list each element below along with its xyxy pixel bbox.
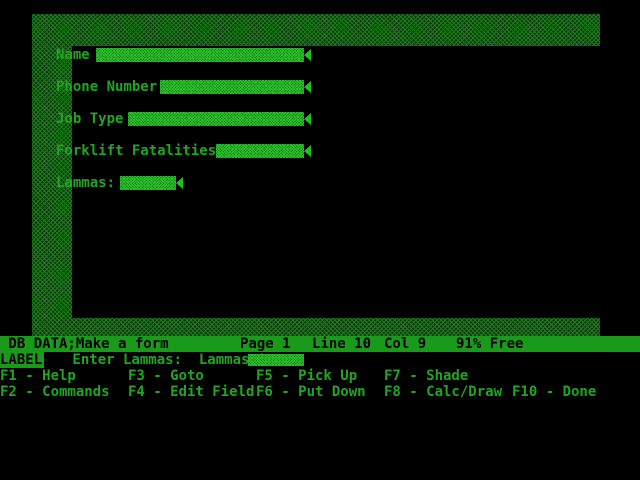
f6-put-down-key[interactable]: F6 - Put Down — [256, 384, 366, 400]
field-job-type-input[interactable] — [128, 112, 304, 126]
status-col: Col 9 — [384, 336, 427, 352]
f10-done-key[interactable]: F10 - Done — [512, 384, 596, 400]
f3-goto-key[interactable]: F3 - Goto — [128, 368, 204, 384]
field-job-type-label: Job Type — [56, 111, 124, 127]
field-lammas-label: Lammas: — [56, 175, 116, 191]
field-end-marker-icon — [304, 81, 311, 93]
f1-help-key[interactable]: F1 - Help — [0, 368, 76, 384]
function-key-row-2: F2 - Commands F4 - Edit Field F6 - Put D… — [0, 384, 640, 400]
field-job-type[interactable]: Job Type — [56, 110, 316, 128]
status-bar: DB DATA;Make a form Page 1 Line 10 Col 9… — [0, 336, 640, 352]
field-forklift-fatalities[interactable]: Forklift Fatalities — [56, 142, 316, 160]
prompt-label: LABEL — [0, 352, 45, 368]
field-phone-number[interactable]: Phone Number — [56, 78, 316, 96]
field-forklift-fatalities-label: Forklift Fatalities — [56, 143, 217, 159]
status-line: Line 10 — [312, 336, 372, 352]
field-forklift-fatalities-input[interactable] — [216, 144, 304, 158]
prompt-text: Enter Lammas: Lammas=' — [64, 352, 267, 368]
field-lammas-input[interactable] — [120, 176, 176, 190]
status-page: Page 1 — [240, 336, 291, 352]
status-mode: DB DATA;Make a form — [0, 336, 169, 352]
field-phone-number-label: Phone Number — [56, 79, 158, 95]
field-name-label: Name — [56, 47, 90, 63]
field-end-marker-icon — [304, 145, 311, 157]
field-end-marker-icon — [304, 49, 311, 61]
function-key-row-1: F1 - Help F3 - Goto F5 - Pick Up F7 - Sh… — [0, 368, 640, 384]
field-name[interactable]: Name — [56, 46, 316, 64]
prompt-input[interactable] — [248, 354, 304, 366]
command-prompt[interactable]: LABEL Enter Lammas: Lammas=' — [0, 352, 640, 368]
f4-edit-field-key[interactable]: F4 - Edit Field — [128, 384, 254, 400]
field-lammas[interactable]: Lammas: — [56, 174, 196, 192]
f7-shade-key[interactable]: F7 - Shade — [384, 368, 468, 384]
field-end-marker-icon — [304, 113, 311, 125]
field-name-input[interactable] — [96, 48, 304, 62]
f8-calc-draw-key[interactable]: F8 - Calc/Draw — [384, 384, 502, 400]
field-end-marker-icon — [176, 177, 183, 189]
status-free: 91% Free — [456, 336, 524, 352]
f2-commands-key[interactable]: F2 - Commands — [0, 384, 110, 400]
f5-pick-up-key[interactable]: F5 - Pick Up — [256, 368, 357, 384]
field-phone-number-input[interactable] — [160, 80, 304, 94]
